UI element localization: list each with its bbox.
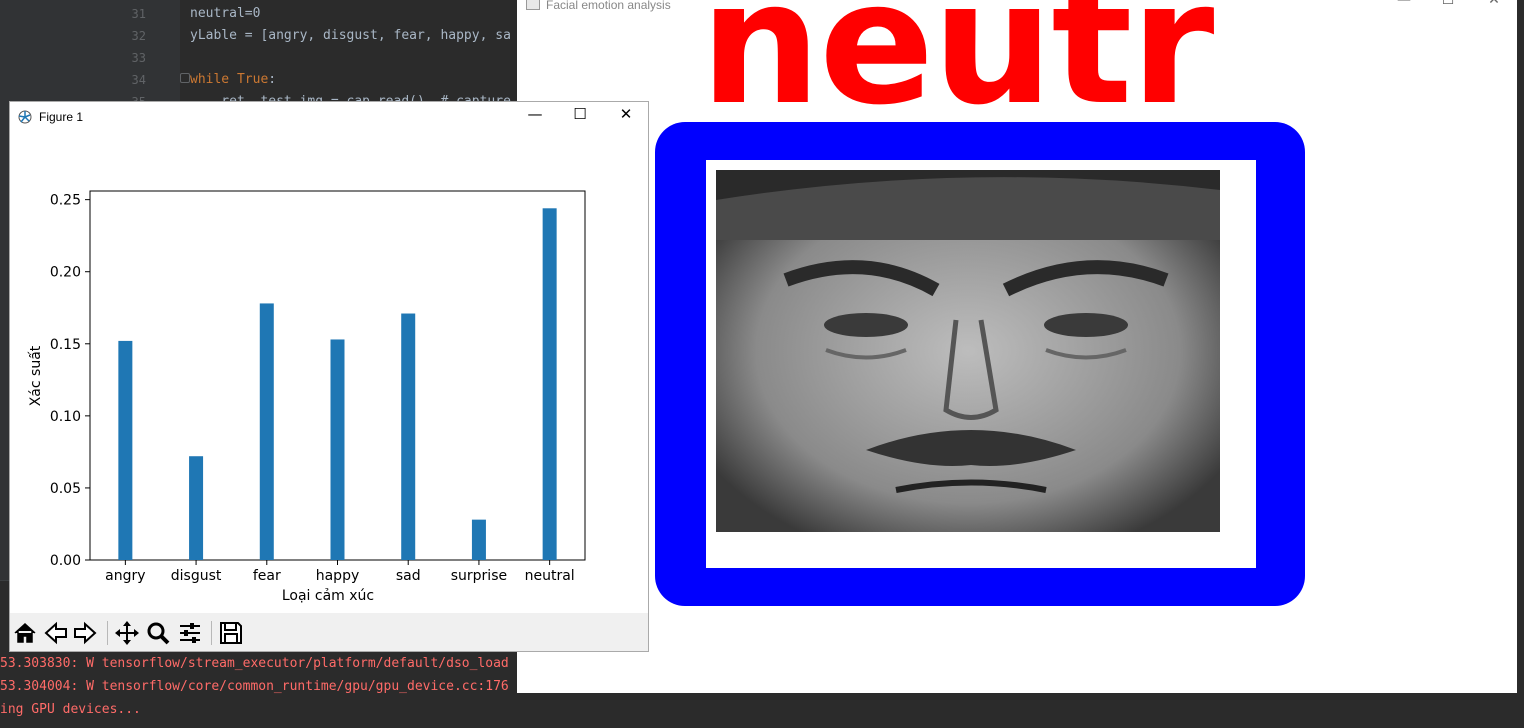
- zoom-icon[interactable]: [145, 620, 173, 646]
- minimize-button[interactable]: —: [520, 105, 550, 129]
- forward-icon[interactable]: [72, 620, 100, 646]
- x-tick-label: angry: [105, 568, 145, 584]
- figure-toolbar: [10, 613, 648, 651]
- y-tick-label: 0.20: [50, 265, 81, 281]
- y-axis: 0.00 0.05 0.10 0.15 0.20 0.25: [50, 193, 90, 569]
- line-number: 31: [131, 7, 146, 21]
- bar-happy: [330, 339, 345, 560]
- y-axis-label: Xác suất: [28, 345, 44, 406]
- x-tick-label: sad: [396, 568, 421, 584]
- line-number: 34: [131, 73, 146, 87]
- window-edge: [1517, 0, 1524, 727]
- y-tick-label: 0.15: [50, 337, 81, 353]
- console-overflow: [517, 693, 1524, 727]
- y-tick-label: 0.00: [50, 553, 81, 569]
- y-tick-label: 0.25: [50, 193, 81, 209]
- bar-fear: [259, 303, 274, 560]
- console-line: ing GPU devices...: [0, 702, 141, 717]
- fold-icon[interactable]: [180, 73, 190, 83]
- save-icon[interactable]: [218, 620, 246, 646]
- configure-icon[interactable]: [177, 620, 205, 646]
- x-axis: angry disgust fear happy sad surprise neutral: [105, 560, 575, 584]
- x-axis-label: Loại cảm xúc: [282, 588, 374, 604]
- toolbar-separator: [211, 621, 212, 645]
- pan-icon[interactable]: [114, 620, 142, 646]
- bar-chart[interactable]: 0.00 0.05 0.10 0.15 0.20 0.25 angry disgust fea…: [10, 132, 648, 613]
- app-icon: [526, 0, 540, 10]
- bar-surprise: [471, 519, 486, 560]
- x-tick-label: disgust: [171, 568, 222, 584]
- bar-disgust: [189, 456, 204, 560]
- code-line[interactable]: while True:: [190, 72, 276, 87]
- toolbar-separator: [107, 621, 108, 645]
- code-line[interactable]: neutral=0: [190, 6, 260, 21]
- code-line[interactable]: yLable = [angry, disgust, fear, happy, s…: [190, 28, 511, 43]
- face-image: [716, 170, 1220, 532]
- home-icon[interactable]: [12, 620, 40, 646]
- maximize-button[interactable]: ☐: [565, 105, 595, 129]
- console-line: 53.304004: W tensorflow/core/common_runt…: [0, 679, 509, 694]
- back-icon[interactable]: [43, 620, 71, 646]
- maximize-button[interactable]: ☐: [1438, 0, 1458, 12]
- y-tick-label: 0.05: [50, 481, 81, 497]
- bar-angry: [118, 340, 133, 560]
- x-tick-label: fear: [253, 568, 281, 584]
- x-tick-label: happy: [316, 568, 360, 584]
- keyword: True: [236, 72, 269, 87]
- figure-titlebar[interactable]: Figure 1 — ☐ ✕: [10, 102, 648, 132]
- console-line: 53.303830: W tensorflow/stream_executor/…: [0, 656, 509, 671]
- code-text: :: [268, 72, 277, 87]
- figure-window: Figure 1 — ☐ ✕ 0.00 0.05 0.10 0.15 0.20 0.25 …: [9, 101, 649, 652]
- close-button[interactable]: ✕: [1484, 0, 1504, 12]
- keyword: while: [190, 72, 230, 87]
- x-tick-label: surprise: [451, 568, 507, 584]
- matplotlib-icon: [18, 110, 32, 124]
- window-title: Facial emotion analysis: [546, 0, 671, 12]
- x-tick-label: neutral: [525, 568, 575, 584]
- bar-sad: [401, 313, 416, 560]
- y-tick-label: 0.10: [50, 409, 81, 425]
- line-number: 33: [131, 51, 146, 65]
- bar-neutral: [542, 208, 557, 560]
- close-button[interactable]: ✕: [611, 105, 641, 129]
- minimize-button[interactable]: —: [1394, 0, 1414, 12]
- line-number: 32: [131, 29, 146, 43]
- figure-title: Figure 1: [39, 110, 84, 124]
